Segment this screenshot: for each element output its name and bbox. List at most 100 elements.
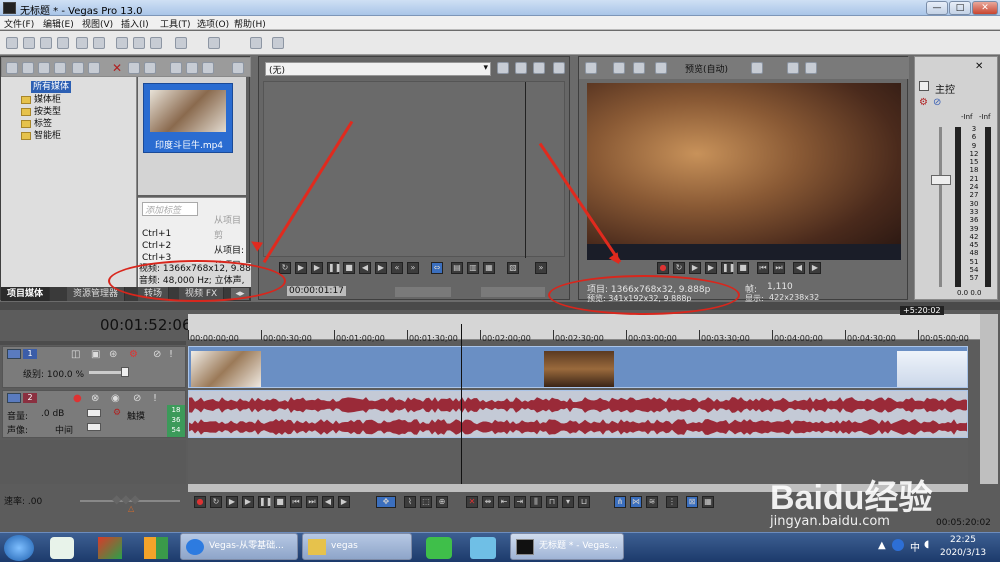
play-icon[interactable]: ▶: [242, 496, 254, 508]
solo-icon[interactable]: !: [153, 393, 157, 404]
level-slider[interactable]: [89, 371, 125, 374]
stop-icon[interactable]: ■: [274, 496, 286, 508]
preview-properties-icon[interactable]: [585, 62, 597, 74]
save-icon[interactable]: [40, 37, 52, 49]
auto-ripple-icon[interactable]: ≋: [646, 496, 658, 508]
tray-arrow-icon[interactable]: ▲: [878, 540, 886, 551]
go-start-icon[interactable]: ⏮: [757, 262, 769, 274]
trimmer-dropdown[interactable]: (无) ▾: [265, 62, 491, 76]
preview-fx-icon[interactable]: [633, 62, 645, 74]
delete-icon[interactable]: ✕: [466, 496, 478, 508]
play-start-icon[interactable]: ▶: [689, 262, 701, 274]
cut-icon[interactable]: [116, 37, 128, 49]
import-icon[interactable]: [6, 62, 18, 74]
render-icon[interactable]: [76, 37, 88, 49]
zoom-tool-icon[interactable]: ⊕: [436, 496, 448, 508]
fx-icon[interactable]: ⊛: [109, 349, 117, 360]
media-item[interactable]: 印度斗巨牛.mp4: [143, 83, 233, 153]
ignore-grouping-icon[interactable]: ▦: [702, 496, 714, 508]
play-icon[interactable]: [170, 62, 182, 74]
pinned-app-4-icon[interactable]: [470, 537, 496, 559]
mute-icon[interactable]: ⊘: [133, 393, 141, 404]
pinned-app-2-icon[interactable]: [98, 537, 122, 559]
get-media-icon[interactable]: [38, 62, 50, 74]
go-start-icon[interactable]: ⏮: [290, 496, 302, 508]
loop-icon[interactable]: ↻: [279, 262, 291, 274]
pause-icon[interactable]: ❚❚: [327, 262, 341, 274]
menu-options[interactable]: 选项(O): [197, 17, 229, 30]
paste-icon[interactable]: [150, 37, 162, 49]
trim-start-icon[interactable]: ⇤: [498, 496, 510, 508]
record-icon[interactable]: ●: [657, 262, 669, 274]
preview-video-frame[interactable]: [587, 83, 901, 260]
trimmer-range-bar[interactable]: [395, 287, 451, 297]
capture-icon[interactable]: [22, 62, 34, 74]
menu-view[interactable]: 视图(V): [82, 17, 113, 30]
arm-record-icon[interactable]: ●: [73, 393, 82, 404]
from-item-1[interactable]: 从项目剪: [214, 214, 246, 244]
fx-icon[interactable]: ◉: [111, 393, 120, 404]
menu-insert[interactable]: 插入(I): [121, 17, 149, 30]
new-icon[interactable]: [6, 37, 18, 49]
loop-icon[interactable]: ↻: [210, 496, 222, 508]
auto-preview-icon[interactable]: [144, 62, 156, 74]
remove-icon[interactable]: ✕: [112, 61, 122, 75]
trim-icon[interactable]: ⇹: [482, 496, 494, 508]
lock-envelopes-icon[interactable]: ⊠: [686, 496, 698, 508]
tab-project-media[interactable]: 项目媒体: [1, 287, 51, 301]
volume-slider[interactable]: [87, 409, 101, 417]
prev-frame-icon[interactable]: ◀: [322, 496, 334, 508]
video-track-header[interactable]: 1 ◫ ▣ ⊛ ⚙ ⊘ ! 级别: 100.0 %: [2, 346, 186, 388]
trimmer-clear-icon[interactable]: [533, 62, 545, 74]
play-start-icon[interactable]: ▶: [226, 496, 238, 508]
record-icon[interactable]: ●: [194, 496, 206, 508]
timeline-divider[interactable]: [0, 302, 1000, 310]
next-frame-icon[interactable]: ▶: [338, 496, 350, 508]
tree-all-media[interactable]: 所有媒体: [31, 81, 72, 93]
next-frame-icon[interactable]: ▶: [375, 262, 387, 274]
preview-quality[interactable]: 预览(自动): [685, 62, 728, 75]
invert-phase-icon[interactable]: ⊗: [91, 393, 99, 404]
wechat-icon[interactable]: [426, 537, 452, 559]
rewind-icon[interactable]: «: [391, 262, 403, 274]
pinned-app-1-icon[interactable]: [50, 537, 74, 559]
pause-icon[interactable]: ❚❚: [258, 496, 272, 508]
audio-track-header[interactable]: 2 ● ⊗ ◉ ⊘ ! 音量: .0 dB ⚙ 触摸 声像: 中间 18 36 …: [2, 390, 186, 438]
tree-by-type[interactable]: 按类型: [21, 106, 61, 118]
from-item-2[interactable]: 从项目:: [214, 244, 246, 259]
start-button[interactable]: [4, 535, 34, 561]
track-fx-icon[interactable]: ⚙: [129, 349, 138, 360]
track-fx-icon[interactable]: ⚙: [113, 408, 121, 418]
edit-tool-icon[interactable]: [250, 37, 262, 49]
go-end-icon[interactable]: ⏭: [306, 496, 318, 508]
master-mute-icon[interactable]: ⊘: [933, 97, 941, 108]
trimmer-view-icon[interactable]: [553, 62, 565, 74]
selection-tool-icon[interactable]: ⬚: [420, 496, 432, 508]
help-icon[interactable]: [272, 37, 284, 49]
tree-media-bin[interactable]: 媒体柜: [21, 94, 61, 106]
close-button[interactable]: ✕: [972, 1, 998, 15]
tree-tags[interactable]: 标签: [21, 118, 52, 130]
next-frame-icon[interactable]: ▶: [809, 262, 821, 274]
lock-icon[interactable]: ⊓: [546, 496, 558, 508]
master-properties-icon[interactable]: [919, 81, 929, 91]
overwrite-icon[interactable]: ▦: [483, 262, 495, 274]
loop-icon[interactable]: ↻: [673, 262, 685, 274]
region-icon[interactable]: ⊔: [578, 496, 590, 508]
video-event[interactable]: [188, 346, 968, 388]
mark-icon[interactable]: ▧: [507, 262, 519, 274]
composite-icon[interactable]: ◫: [71, 349, 80, 360]
redo-icon[interactable]: [208, 37, 220, 49]
external-monitor-icon[interactable]: [613, 62, 625, 74]
go-end-icon[interactable]: ⏭: [773, 262, 785, 274]
envelope-tool-icon[interactable]: ⌇: [404, 496, 416, 508]
ime-indicator[interactable]: 中: [910, 539, 920, 554]
more-icon[interactable]: »: [535, 262, 547, 274]
motion-icon[interactable]: ▣: [91, 349, 100, 360]
touch-mode[interactable]: 触摸: [127, 409, 145, 422]
replace-icon[interactable]: [72, 62, 84, 74]
save-as-icon[interactable]: [57, 37, 69, 49]
auto-crossfade-icon[interactable]: ⋈: [630, 496, 642, 508]
tag-input[interactable]: 添加标签: [142, 202, 198, 216]
copy-icon[interactable]: [133, 37, 145, 49]
